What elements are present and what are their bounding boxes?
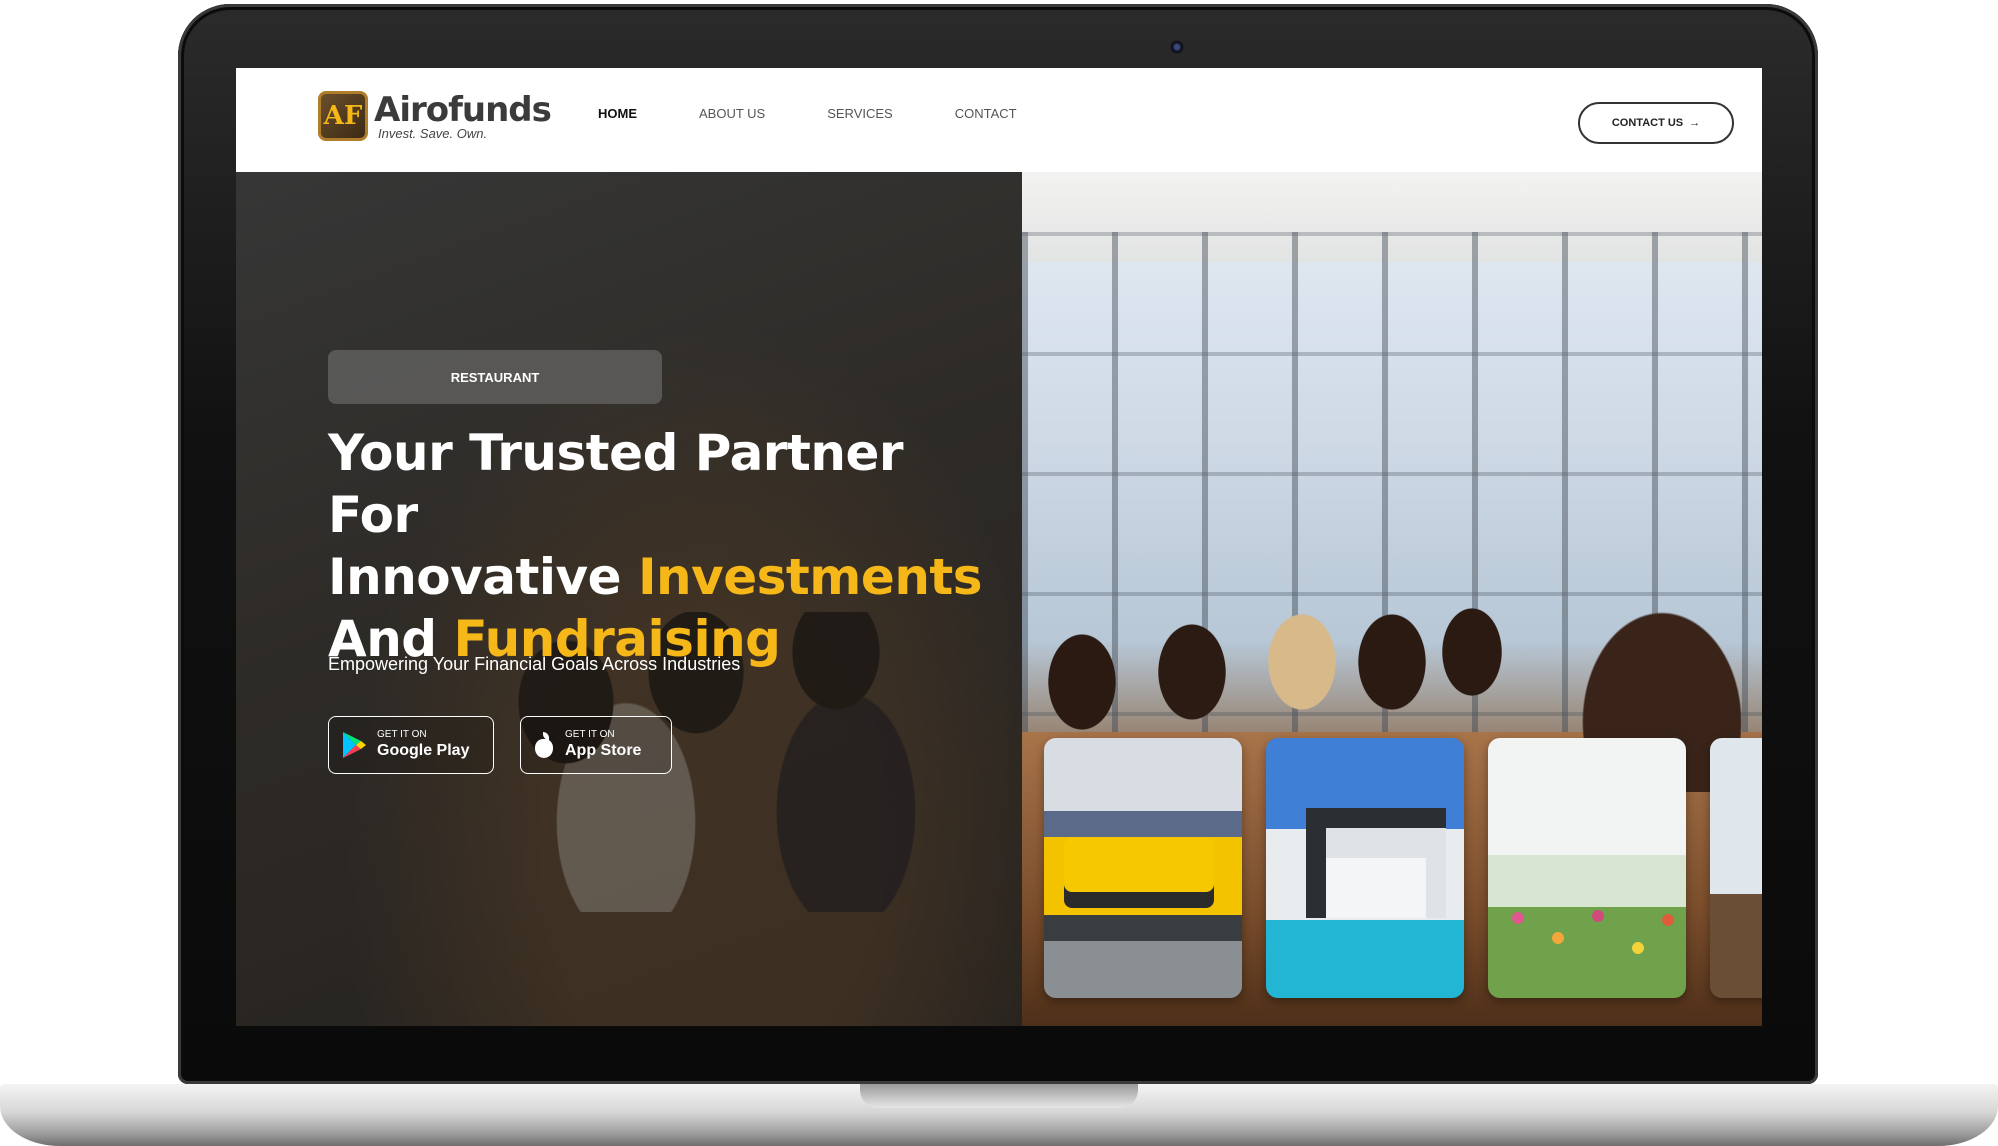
google-play-text: GET IT ON Google Play [377, 729, 469, 761]
gallery-card-greenhouse[interactable] [1488, 738, 1686, 998]
laptop-notch [860, 1084, 1138, 1108]
main-nav: HOME ABOUT US SERVICES CONTACT [598, 106, 1079, 121]
hero-section: RESTAURANT Your Trusted Partner For Inno… [236, 172, 1762, 1026]
google-play-big-label: Google Play [377, 742, 470, 759]
site-header: AF Airofunds Invest. Save. Own. HOME ABO… [236, 68, 1762, 172]
hero-headline: Your Trusted Partner For Innovative Inve… [328, 422, 1008, 670]
brand-name: Airofunds [374, 89, 552, 130]
app-store-button[interactable]: GET IT ON App Store [520, 716, 672, 774]
app-store-text: GET IT ON App Store [565, 729, 641, 761]
headline-highlight-investments: Investments [637, 548, 983, 606]
contact-us-button[interactable]: CONTACT US → [1578, 102, 1734, 144]
headline-line-1: Your Trusted Partner For [328, 424, 904, 544]
logo-mark-icon: AF [318, 91, 368, 141]
contact-us-label: CONTACT US [1611, 117, 1684, 129]
category-tag[interactable]: RESTAURANT [328, 350, 662, 404]
google-play-icon [343, 732, 366, 758]
nav-contact[interactable]: CONTACT [955, 106, 1017, 121]
app-store-big-label: App Store [565, 742, 642, 759]
headline-line-2-plain: Innovative [328, 548, 638, 606]
hero-content: RESTAURANT Your Trusted Partner For Inno… [328, 172, 1008, 1026]
logo-text: Airofunds Invest. Save. Own. [374, 89, 552, 140]
nav-about-us[interactable]: ABOUT US [699, 106, 765, 121]
nav-home[interactable]: HOME [598, 106, 637, 121]
laptop-base [0, 1084, 1998, 1146]
app-store-small-label: GET IT ON [565, 729, 615, 740]
gallery-card-delivery-vans[interactable] [1044, 738, 1242, 998]
gallery-card-real-estate[interactable] [1266, 738, 1464, 998]
google-play-button[interactable]: GET IT ON Google Play [328, 716, 494, 774]
camera-dot [1170, 40, 1184, 54]
google-play-small-label: GET IT ON [377, 729, 427, 740]
brand-logo[interactable]: AF Airofunds Invest. Save. Own. [318, 88, 552, 144]
arrow-right-icon: → [1689, 117, 1701, 129]
gallery-card-office[interactable] [1710, 738, 1762, 998]
browser-screen: AF Airofunds Invest. Save. Own. HOME ABO… [236, 68, 1762, 1026]
nav-services[interactable]: SERVICES [827, 106, 893, 121]
hero-subheadline: Empowering Your Financial Goals Across I… [328, 654, 741, 674]
apple-icon [533, 732, 555, 758]
